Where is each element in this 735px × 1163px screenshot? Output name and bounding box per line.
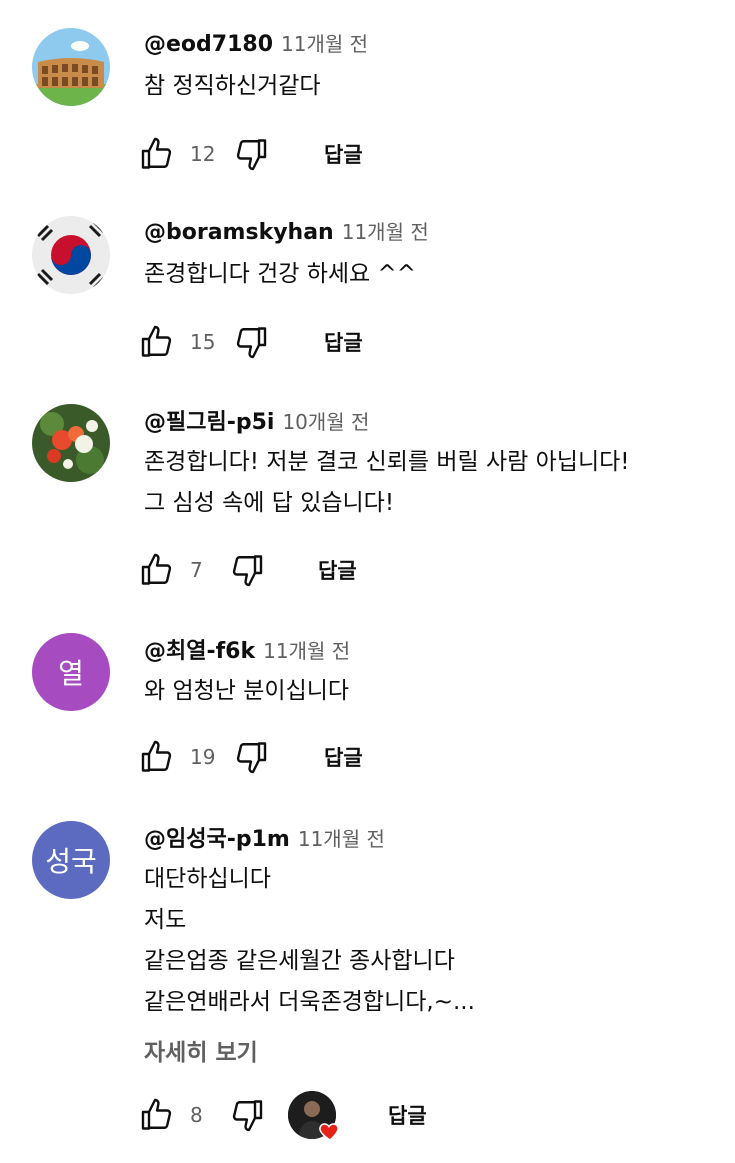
thumbs-up-icon [141, 740, 172, 772]
like-button[interactable] [138, 134, 178, 174]
comment-text: 대단하십니다 저도 같은업종 같은세월간 종사합니다 같은연배라서 더욱존경합니… [144, 859, 725, 1023]
colosseum-avatar-image [32, 28, 110, 106]
like-count: 7 [190, 558, 203, 582]
like-button[interactable] [138, 550, 178, 590]
avatar[interactable]: 성국 [32, 821, 110, 899]
thumbs-up-icon [141, 1098, 172, 1130]
thumbs-down-icon [236, 139, 267, 171]
reply-button[interactable]: 답글 [324, 139, 363, 169]
comment-text-line: 그 심성 속에 답 있습니다! [144, 490, 395, 516]
dislike-button[interactable] [230, 134, 270, 174]
thumbs-up-icon [141, 325, 172, 357]
dislike-button[interactable] [226, 550, 266, 590]
avatar[interactable] [32, 216, 110, 294]
avatar[interactable] [32, 404, 110, 482]
comment-time[interactable]: 11개월 전 [263, 635, 350, 664]
thumbs-down-icon [236, 742, 267, 774]
comment-text: 참 정직하신거같다 [144, 66, 725, 107]
heart-icon [319, 1123, 339, 1141]
comment-text-line: 존경합니다 건강 하세요 ^^ [144, 261, 417, 287]
creator-heart-badge [288, 1091, 339, 1141]
comment-text-line: 저도 [144, 907, 187, 933]
comment-text-line: 참 정직하신거같다 [144, 73, 321, 99]
dislike-button[interactable] [230, 737, 270, 777]
comment-text-line: 같은업종 같은세월간 종사합니다 [144, 948, 455, 974]
like-button[interactable] [138, 737, 178, 777]
comment-author[interactable]: @boramskyhan [144, 220, 334, 245]
like-count: 8 [190, 1103, 203, 1127]
thumbs-down-icon [232, 1100, 263, 1132]
thumbs-up-icon [141, 553, 172, 585]
thumbs-up-icon [141, 137, 172, 169]
reply-button[interactable]: 답글 [324, 742, 363, 772]
like-count: 15 [190, 330, 216, 354]
comment-text-line: 대단하십니다 [144, 866, 271, 892]
comment-text-line: 존경합니다! 저분 결코 신뢰를 버릴 사람 아닙니다! [144, 449, 630, 475]
flower-avatar-image [32, 404, 110, 482]
comment-text: 존경합니다 건강 하세요 ^^ [144, 254, 725, 295]
comment-time[interactable]: 11개월 전 [342, 216, 429, 245]
comment-text-line: 같은연배라서 더욱존경합니다,~... [144, 989, 475, 1015]
read-more-link[interactable]: 자세히 보기 [144, 1033, 725, 1067]
korean-flag-avatar-image [32, 216, 110, 294]
like-count: 12 [190, 142, 216, 166]
comment-text-line: 와 엄청난 분이십니다 [144, 678, 350, 704]
comment-author[interactable]: @임성국-p1m [144, 821, 290, 853]
comment-time[interactable]: 11개월 전 [281, 28, 368, 57]
comment-text: 존경합니다! 저분 결코 신뢰를 버릴 사람 아닙니다! 그 심성 속에 답 있… [144, 442, 725, 524]
dislike-button[interactable] [226, 1095, 266, 1135]
avatar-initials: 열 [58, 657, 84, 690]
comment-author[interactable]: @필그림-p5i [144, 404, 274, 436]
like-button[interactable] [138, 1095, 178, 1135]
thumbs-down-icon [232, 555, 263, 587]
like-count: 19 [190, 745, 216, 769]
avatar-initials: 성국 [45, 845, 97, 878]
dislike-button[interactable] [230, 322, 270, 362]
comment-time[interactable]: 11개월 전 [298, 823, 385, 852]
comment-author[interactable]: @최열-f6k [144, 633, 255, 665]
reply-button[interactable]: 답글 [318, 555, 357, 585]
comment-time[interactable]: 10개월 전 [282, 406, 369, 435]
comment-text: 와 엄청난 분이십니다 [144, 671, 725, 712]
avatar[interactable] [32, 28, 110, 106]
avatar[interactable]: 열 [32, 633, 110, 711]
like-button[interactable] [138, 322, 178, 362]
reply-button[interactable]: 답글 [388, 1100, 427, 1130]
thumbs-down-icon [236, 327, 267, 359]
reply-button[interactable]: 답글 [324, 327, 363, 357]
comment-author[interactable]: @eod7180 [144, 32, 273, 57]
